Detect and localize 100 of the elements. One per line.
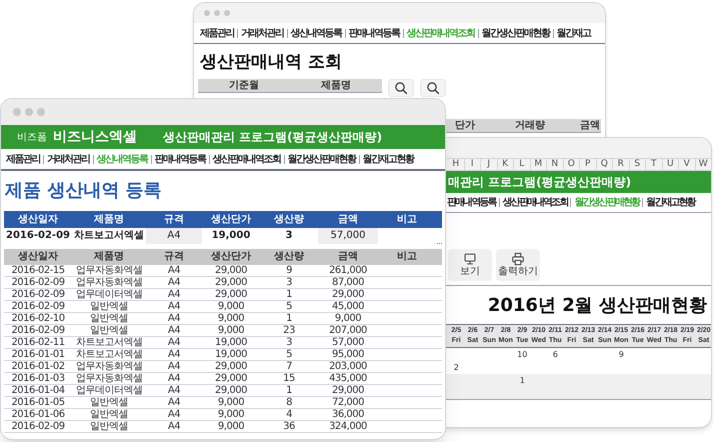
window-dots-icon[interactable] (204, 10, 230, 16)
table-cell: 1 (286, 385, 292, 396)
table-cell: 2016-02-11 (11, 337, 65, 348)
column-letter: S (630, 159, 646, 170)
table-cell: 4 (286, 409, 292, 420)
table-cell-text: 10 (517, 349, 528, 361)
table-cell-text: 6 (552, 349, 558, 361)
table-cell: 5 (286, 349, 292, 360)
menu-tab[interactable]: 판매내역등록 (348, 26, 400, 40)
column-header: 제품명 (94, 250, 124, 264)
column-header: 금액 (580, 119, 600, 132)
menu-tab[interactable]: 월간재고 (556, 26, 590, 40)
window-dots-icon[interactable] (13, 108, 45, 116)
search-button[interactable] (420, 79, 446, 97)
table-cell: A4 (168, 397, 180, 408)
table-cell: 1 (286, 313, 292, 324)
column-header: 생산일자 (18, 213, 58, 227)
table-cell: 36 (283, 421, 295, 432)
menu-tab[interactable]: 거래처관리 (241, 26, 284, 40)
table-cell-text: 1 (520, 375, 525, 387)
column-header: 기준월 (229, 79, 259, 92)
column-letter: I (464, 159, 481, 170)
column-header: 제품명 (94, 213, 124, 227)
column-header: 규격 (164, 213, 184, 227)
table-cell: A4 (168, 325, 180, 336)
table-cell: 일반엑셀 (90, 409, 128, 420)
menu-tab[interactable]: 제품관리 (6, 152, 40, 166)
brand-label: 비즈폼 (17, 130, 47, 144)
table-cell: 일반엑셀 (90, 325, 128, 336)
table-cell: A4 (168, 385, 180, 396)
column-header: 생산단가 (211, 250, 251, 264)
column-header: 비고 (397, 250, 417, 264)
column-header: 생산량 (274, 250, 304, 264)
menu-tab[interactable]: 월간재고현황 (646, 195, 695, 210)
table-cell: 2016-02-09 (11, 301, 65, 312)
menu-tab[interactable]: 거래처관리 (47, 152, 90, 166)
printer-icon (511, 252, 525, 266)
monitor-icon (463, 252, 477, 266)
menu-tab[interactable]: 제품관리 (200, 26, 234, 40)
table-cell: 29,000 (215, 385, 247, 396)
table-cell: 업무자동화엑셀 (76, 277, 142, 288)
table-cell: A4 (168, 409, 180, 420)
column-letter: L (514, 159, 530, 170)
table-cell: 29,000 (215, 265, 247, 276)
table-cell: 29,000 (215, 289, 247, 300)
table-cell: 2016-02-09 (4, 228, 72, 244)
table-cell: 2016-01-05 (11, 397, 65, 408)
toolbar-button[interactable]: 출력하기 (496, 249, 540, 281)
menu-tab[interactable]: 생산판매내역조회 (502, 195, 568, 210)
table-cell: 5 (286, 301, 292, 312)
table-cell: 9,000 (218, 301, 244, 312)
table-cell: A4 (168, 337, 180, 348)
table-cell: A4 (168, 349, 180, 360)
column-header: 생산단가 (211, 213, 251, 227)
menu-tab[interactable]: 생산판매내역조회 (212, 152, 280, 166)
column-header: 단가 (455, 119, 475, 132)
table-cell: 2016-02-15 (11, 265, 65, 276)
search-button[interactable] (388, 79, 414, 97)
table-cell: 19,000 (215, 337, 247, 348)
menu-tab[interactable]: 판매내역등록 (154, 152, 206, 166)
table-cell: 2016-01-01 (11, 349, 65, 360)
table-cell: 9,000 (218, 421, 244, 432)
table-cell: 29,000 (215, 361, 247, 372)
menu-tab[interactable]: 생산내역등록 (290, 26, 342, 40)
column-letter: H (448, 159, 464, 170)
table-cell: 8 (286, 397, 292, 408)
table-cell: 29,000 (215, 373, 247, 384)
table-cell: 차트보고서엑셀 (76, 337, 142, 348)
table-cell: 19,000 (215, 349, 247, 360)
table-cell: 9,000 (218, 397, 244, 408)
table-cell: 업무자동화엑셀 (76, 361, 142, 372)
menu-tab[interactable]: 월간재고현황 (362, 152, 414, 166)
table-cell: 435,000 (329, 373, 367, 384)
table-cell: 2016-01-02 (11, 361, 65, 372)
column-letter: K (498, 159, 514, 170)
program-title: 생산판매관리 프로그램(평균생산판매량) (163, 129, 382, 146)
column-header: 생산량 (274, 213, 304, 227)
program-title: 매관리 프로그램(평균생산판매량) (448, 174, 632, 191)
table-cell: 95,000 (332, 349, 364, 360)
table-cell: 87,000 (332, 277, 364, 288)
table-cell-text: 2 (454, 362, 459, 374)
report-title: 2016년 2월 생산판매현황 (488, 294, 707, 318)
column-letter: P (580, 159, 596, 170)
table-cell: 57,000 (332, 337, 364, 348)
table-cell: 2016-02-10 (11, 313, 65, 324)
menu-tab[interactable]: 월간생산판매현황 (482, 26, 550, 40)
table-cell: A4 (168, 361, 180, 372)
table-cell: A4 (168, 265, 180, 276)
search-icon (426, 80, 440, 96)
menu-tab[interactable]: 월간생산판매현황 (288, 152, 356, 166)
table-cell: A4 (168, 277, 180, 288)
toolbar-button[interactable]: 보기 (448, 249, 492, 281)
table-cell: 261,000 (329, 265, 367, 276)
table-cell: 2016-02-09 (11, 325, 65, 336)
column-letter: M (530, 159, 547, 170)
column-header: 거래량 (515, 119, 545, 132)
table-cell: 업무자동화엑셀 (76, 265, 142, 276)
menu-tab[interactable]: 판매내역등록 (447, 195, 496, 210)
column-header: 제품명 (321, 79, 351, 92)
table-cell: 2016-01-06 (11, 409, 65, 420)
